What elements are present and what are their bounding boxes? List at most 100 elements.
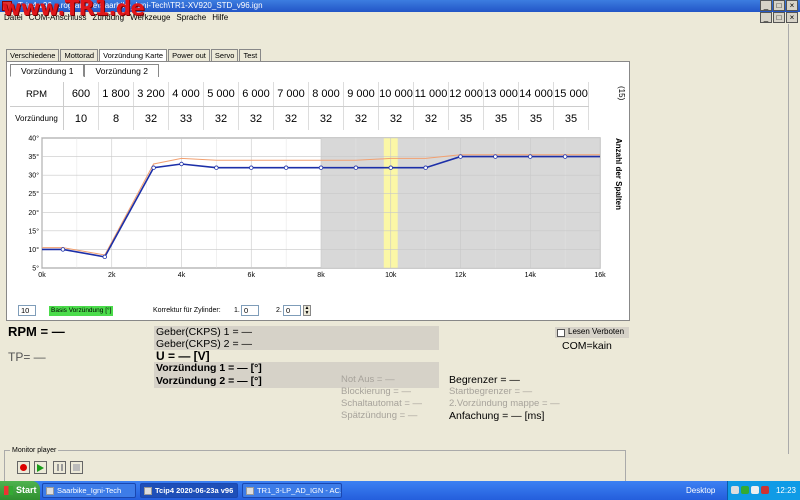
mdi-close-button[interactable]: × xyxy=(786,12,798,23)
tray-app-icon[interactable] xyxy=(761,486,769,494)
advance-cell[interactable]: 33 xyxy=(169,107,204,130)
rpm-cell[interactable]: 12 000 xyxy=(449,82,484,106)
advance-cell[interactable]: 35 xyxy=(554,107,589,130)
advance-cell[interactable]: 32 xyxy=(344,107,379,130)
advance-cell[interactable]: 32 xyxy=(309,107,344,130)
data-point xyxy=(102,254,107,260)
pause-button[interactable] xyxy=(53,461,66,474)
desktop-toolbar[interactable]: Desktop xyxy=(686,481,715,500)
maximize-button[interactable]: □ xyxy=(773,0,785,11)
lesen-checkbox[interactable] xyxy=(557,329,565,337)
data-point xyxy=(493,154,498,159)
rpm-cell[interactable]: 13 000 xyxy=(484,82,519,106)
advance-cell[interactable]: 32 xyxy=(274,107,309,130)
rpm-cell[interactable]: 1 800 xyxy=(99,82,134,106)
cyl2-spin-icon[interactable]: ▲ ▼ xyxy=(303,305,311,316)
advance-cell[interactable]: 35 xyxy=(484,107,519,130)
x-tick-label: 10k xyxy=(385,272,397,279)
window-controls: _ □ × xyxy=(760,0,798,11)
rpm-cell[interactable]: 600 xyxy=(64,82,99,106)
stop-icon xyxy=(73,464,80,471)
advance-cell[interactable]: 32 xyxy=(134,107,169,130)
advance-chart[interactable]: 0k 2k 4k 6k 8k 10k 12k 14k 16k 5° 10° 15° 20° 25° 30° 3… xyxy=(10,132,610,284)
start-button[interactable]: Start xyxy=(0,481,40,500)
chart-svg[interactable]: 0k 2k 4k 6k 8k 10k 12k 14k 16k 5° 10° 15° 20° 25° 30° 3… xyxy=(10,132,610,284)
rpm-cell[interactable]: 6 000 xyxy=(239,82,274,106)
record-button[interactable] xyxy=(17,461,30,474)
rpm-row: RPM 600 1 800 3 200 4 000 5 000 6 000 7 000 8 0… xyxy=(10,82,589,106)
data-point xyxy=(388,165,393,170)
task-tr1[interactable]: TR1_3-LP_AD_IGN - AC... xyxy=(242,483,342,498)
schaltautomat-readout: Schaltautomat = — xyxy=(341,398,423,409)
rpm-cell[interactable]: 15 000 xyxy=(554,82,589,106)
monitor-player-group xyxy=(4,450,626,482)
rpm-cell[interactable]: 10 000 xyxy=(379,82,414,106)
tray-shield-icon[interactable] xyxy=(741,486,749,494)
data-point xyxy=(283,165,289,170)
task-tcip4-label: Tcip4 2020-06-23a v96 xyxy=(155,486,234,495)
y-tick-label: 40° xyxy=(28,135,39,143)
y-tick-label: 35° xyxy=(28,153,39,161)
basis-advance-label: Basis Vorzündung [°] xyxy=(49,306,114,316)
advance-row: Vorzündung 10 8 32 33 32 32 32 32 32 32 32 35 35 35 35 xyxy=(10,106,589,130)
advance-cell[interactable]: 32 xyxy=(379,107,414,130)
menu-hilfe[interactable]: Hilfe xyxy=(212,12,228,24)
cyl1-input[interactable]: 0 xyxy=(241,305,259,316)
column-count-label: Anzahl der Spalten xyxy=(614,138,623,211)
advance-cell[interactable]: 32 xyxy=(414,107,449,130)
data-point xyxy=(179,161,184,167)
rpm-header: RPM xyxy=(10,82,64,106)
data-point xyxy=(562,154,568,159)
anfachung-readout: Anfachung = — [ms] xyxy=(449,410,545,422)
rpm-cell[interactable]: 5 000 xyxy=(204,82,239,106)
task-tcip4[interactable]: Tcip4 2020-06-23a v96 xyxy=(140,483,238,498)
lesen-label: Lesen Verboten xyxy=(568,327,625,336)
rpm-cell[interactable]: 3 200 xyxy=(134,82,169,106)
voltage-readout: U = — [V] xyxy=(156,349,210,363)
tray-network-icon[interactable] xyxy=(731,486,739,494)
notaus-readout: Not Aus = — xyxy=(341,374,395,385)
cyl1-label: 1. xyxy=(234,307,240,314)
clock: 12:23 xyxy=(775,486,796,495)
play-button[interactable] xyxy=(34,461,47,474)
y-tick-label: 15° xyxy=(28,227,39,235)
vertical-scrollbar[interactable] xyxy=(788,24,800,454)
folder-icon xyxy=(46,487,54,495)
vz-mappe-readout: 2.Vorzündung mappe = — xyxy=(449,398,560,409)
vz2-readout: Vorzündung 2 = — [°] xyxy=(156,375,262,387)
mdi-minimize-button[interactable]: _ xyxy=(760,12,772,23)
stop-button[interactable] xyxy=(70,461,83,474)
task-saarbike[interactable]: Saarbike_Igni-Tech xyxy=(42,483,136,498)
monitor-player-label: Monitor player xyxy=(10,447,59,454)
subtab-vorzundung-2[interactable]: Vorzündung 2 xyxy=(84,64,159,77)
close-button[interactable]: × xyxy=(786,0,798,11)
advance-cell[interactable]: 32 xyxy=(239,107,274,130)
advance-cell[interactable]: 35 xyxy=(519,107,554,130)
basis-advance-input[interactable]: 10 xyxy=(18,305,36,316)
menu-sprache[interactable]: Sprache xyxy=(176,12,206,24)
cyl2-label: 2. xyxy=(276,307,282,314)
mdi-controls: _ □ × xyxy=(760,12,798,23)
advance-cell[interactable]: 32 xyxy=(204,107,239,130)
rpm-cell[interactable]: 14 000 xyxy=(519,82,554,106)
cyl2-input[interactable]: 0 xyxy=(283,305,301,316)
data-point xyxy=(458,154,463,159)
rpm-cell[interactable]: 11 000 xyxy=(414,82,449,106)
minimize-button[interactable]: _ xyxy=(760,0,772,11)
rpm-cell[interactable]: 9 000 xyxy=(344,82,379,106)
rpm-cell[interactable]: 8 000 xyxy=(309,82,344,106)
subtab-vorzundung-1[interactable]: Vorzündung 1 xyxy=(10,64,85,77)
korrektur-label: Korrektur für Zylinder: xyxy=(153,307,221,314)
rpm-cell[interactable]: 4 000 xyxy=(169,82,204,106)
advance-cell[interactable]: 10 xyxy=(64,107,99,130)
tray-volume-icon[interactable] xyxy=(751,486,759,494)
x-tick-label: 0k xyxy=(38,272,46,279)
system-tray: 12:23 xyxy=(727,481,800,500)
rpm-cell[interactable]: 7 000 xyxy=(274,82,309,106)
advance-cell[interactable]: 35 xyxy=(449,107,484,130)
data-point xyxy=(249,165,254,170)
begrenzer-readout: Begrenzer = — xyxy=(449,374,520,386)
column-count: (15) xyxy=(617,86,626,101)
mdi-restore-button[interactable]: □ xyxy=(773,12,785,23)
advance-cell[interactable]: 8 xyxy=(99,107,134,130)
